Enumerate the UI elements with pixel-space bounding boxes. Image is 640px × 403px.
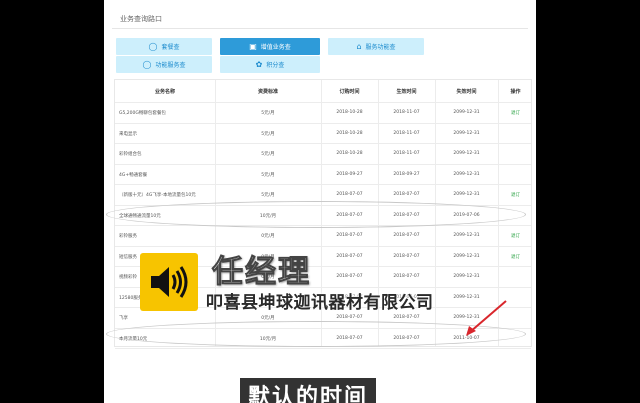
table-cell: 2018-07-07 xyxy=(336,315,363,320)
table-cell: 2018-07-07 xyxy=(393,274,420,279)
unsubscribe-link[interactable]: 退订 xyxy=(494,233,537,239)
unsubscribe-link[interactable]: 退订 xyxy=(494,110,537,116)
table-cell: 0元/月 xyxy=(261,316,275,321)
table-cell: 5元/月 xyxy=(261,172,275,178)
table-cell: 来电显示 xyxy=(119,131,137,137)
tab-points[interactable]: ✿ 积分查 xyxy=(220,56,320,73)
table-cell: 2018-07-07 xyxy=(336,192,363,197)
highlight-ellipse xyxy=(106,201,526,228)
speaker-icon xyxy=(140,253,198,311)
table-cell: 2018-10-28 xyxy=(336,151,363,156)
table-cell: 4G+畅通套餐 xyxy=(119,172,148,178)
tab-label: 积分查 xyxy=(266,62,285,69)
table-cell: 2099-12-31 xyxy=(453,253,480,259)
tab-package[interactable]: ◯ 套餐查 xyxy=(116,38,212,55)
row-divider xyxy=(115,348,531,349)
table-cell: 飞享 xyxy=(119,316,128,321)
table-cell: 2018-07-07 xyxy=(393,233,420,238)
table-cell: 2018-07-07 xyxy=(393,253,420,259)
table-cell: 2018-10-28 xyxy=(336,130,363,136)
row-divider xyxy=(115,102,531,103)
row-divider xyxy=(115,143,531,144)
table-cell: 2099-12-31 xyxy=(453,151,480,156)
table-cell: 12580服务 xyxy=(119,295,143,301)
tab-function[interactable]: ◯ 功能服务查 xyxy=(116,56,212,73)
table-cell: 2099-12-31 xyxy=(453,233,480,238)
column-header: 订购时间 xyxy=(339,89,360,95)
business-query-page: 业务查询路口 ◯ 套餐查 ▣ 增值业务查 ⌂ 服务功能查 ◯ 功能服务查 ✿ 积… xyxy=(104,0,536,403)
tab-label: 服务功能查 xyxy=(365,44,396,51)
table-cell: 2099-12-31 xyxy=(453,274,480,279)
table-cell: 2099-12-31 xyxy=(453,110,480,115)
divider xyxy=(112,28,528,29)
subtitle-caption: 默认的时间 xyxy=(240,378,377,403)
table-cell: 2018-11-07 xyxy=(393,130,420,136)
unsubscribe-link[interactable]: 退订 xyxy=(494,254,537,260)
tab-label: 功能服务查 xyxy=(155,62,186,69)
table-cell: 5元/月 xyxy=(261,152,275,157)
row-divider xyxy=(115,245,531,247)
circle-icon: ◯ xyxy=(142,59,152,69)
table-cell: 短信服务 xyxy=(119,254,137,260)
column-header: 失效时间 xyxy=(456,89,477,95)
row-divider xyxy=(115,163,531,165)
tab-label: 增值业务查 xyxy=(260,44,291,51)
table-cell: 5元/月 xyxy=(261,131,275,137)
tab-service[interactable]: ⌂ 服务功能查 xyxy=(328,38,424,55)
table-cell: 彩铃服务 xyxy=(119,234,137,239)
table-cell: 2099-12-31 xyxy=(453,192,480,197)
table-cell: 2018-11-07 xyxy=(393,151,420,156)
table-cell: 2099-12-31 xyxy=(453,171,480,177)
table-cell: 彩铃组合包 xyxy=(119,152,142,157)
table-cell: 视频彩铃 xyxy=(119,275,137,280)
arrow-icon xyxy=(466,300,507,336)
table-cell: 2018-09-27 xyxy=(393,171,420,177)
table-cell: 2018-07-07 xyxy=(393,315,420,320)
table-cell: 2018-11-07 xyxy=(393,110,420,115)
briefcase-icon: ▣ xyxy=(249,41,257,51)
table-cell: 0元/月 xyxy=(261,234,275,239)
page-title: 业务查询路口 xyxy=(120,15,162,23)
table-cell: （新版十元）4G飞享-本地流量包10元 xyxy=(119,193,196,198)
column-header: 资费标准 xyxy=(257,89,278,95)
table-cell: 5元/月 xyxy=(261,193,275,198)
circle-icon: ◯ xyxy=(148,41,158,51)
table-cell: 2018-07-07 xyxy=(336,233,363,238)
table-cell: 2018-07-07 xyxy=(336,253,363,259)
column-header: 生效时间 xyxy=(396,89,417,95)
gift-icon: ✿ xyxy=(255,59,263,69)
table-cell: 2018-07-07 xyxy=(336,274,363,279)
home-icon: ⌂ xyxy=(356,41,362,51)
table-cell: 2018-10-28 xyxy=(336,110,363,115)
row-divider xyxy=(115,122,531,124)
row-divider xyxy=(115,184,531,185)
tab-value-added[interactable]: ▣ 增值业务查 xyxy=(220,38,320,55)
column-header: 业务名称 xyxy=(154,89,175,95)
table-cell: 2018-09-27 xyxy=(336,171,363,177)
table-cell: 5元/月 xyxy=(261,111,275,116)
company-name: 叩喜县坤球迦讯器材有限公司 xyxy=(206,293,434,313)
speaker-name: 任经理 xyxy=(212,254,311,291)
table-cell: G5,200G畅聊包套餐包 xyxy=(119,111,166,116)
column-header: 操作 xyxy=(510,89,521,95)
table-cell: 2018-07-07 xyxy=(393,192,420,197)
unsubscribe-link[interactable]: 退订 xyxy=(494,192,537,198)
tab-label: 套餐查 xyxy=(161,44,180,51)
table-cell: 2099-12-31 xyxy=(453,130,480,136)
